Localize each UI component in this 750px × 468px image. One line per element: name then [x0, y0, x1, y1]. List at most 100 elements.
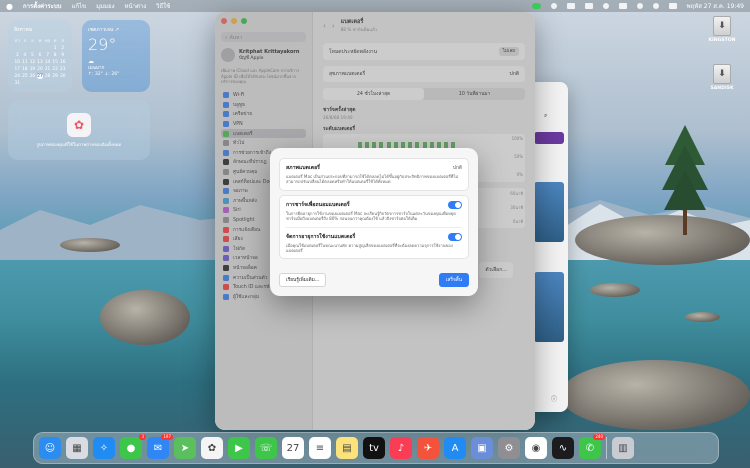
dock-app-line[interactable]: ✆ 240: [579, 434, 605, 459]
drive-label: SANDISK: [710, 86, 734, 91]
dock-app-safari[interactable]: ✧: [93, 437, 115, 459]
dock-app-chrome[interactable]: ◉: [525, 437, 547, 459]
dock-app-app-store[interactable]: A: [444, 437, 466, 459]
thumbnail[interactable]: [534, 182, 564, 242]
rock: [560, 360, 750, 430]
camera-indicator-icon[interactable]: [531, 3, 541, 9]
control-center-icon[interactable]: [668, 3, 677, 9]
calendar-day: 31: [14, 81, 21, 86]
display-icon[interactable]: [566, 3, 575, 9]
menu-app-name[interactable]: การตั้งค่าระบบ: [23, 1, 62, 11]
dock-app-apple-tv[interactable]: tv: [363, 437, 385, 459]
cloud-icon[interactable]: [584, 3, 593, 9]
options-card: การชาร์จเพื่อถนอมแบตเตอรี่ ในการยืดอายุก…: [279, 194, 469, 260]
divider: [286, 226, 462, 228]
dock-app-notes[interactable]: ▤: [336, 437, 358, 459]
wifi-icon[interactable]: [636, 3, 643, 9]
weather-condition: เมฆมาก: [88, 66, 105, 71]
search-icon[interactable]: ⌕: [544, 112, 547, 120]
external-drive-icon: ⬇: [713, 64, 731, 84]
status-icon[interactable]: [550, 3, 557, 9]
battery-icon[interactable]: [618, 3, 627, 9]
weather-widget[interactable]: เชตภาวเจน ↗ 29° ☁ เมฆมาก ↑: 32° ↓: 26°: [82, 20, 150, 92]
health-title: สภาพแบตเตอรี่: [286, 165, 320, 171]
calendar-day: [14, 46, 21, 51]
dock-app-messages[interactable]: ● 3: [120, 434, 146, 459]
dock-app-photos[interactable]: ✿: [201, 437, 223, 459]
calendar-day: 28: [44, 74, 51, 79]
dock-app-maps[interactable]: ➤: [174, 437, 196, 459]
calendar-day: 1: [53, 46, 57, 51]
app-icon: ✉: [153, 442, 163, 454]
info-icon[interactable]: ⓘ: [551, 394, 557, 403]
dock: ☺ ▦ ✧ ● 3 ✉ 197 ➤ ✿ ▶ ☏ 27 ≡ ▤ tv ♪ ✈ A ▣ ⚙ ◉ ∿ ✆ 240 ▥: [33, 432, 719, 464]
menu-view[interactable]: มุมมอง: [96, 1, 114, 11]
thumbnail[interactable]: [534, 272, 564, 342]
manage-title: จัดการอายุการใช้งานแบตเตอรี่: [286, 233, 356, 240]
calendar-day: 6: [38, 53, 42, 58]
menu-help[interactable]: วิธีใช้: [156, 1, 170, 11]
app-icon: ✈: [423, 442, 433, 454]
app-icon: ✆: [585, 442, 595, 454]
dock-app-music[interactable]: ♪: [390, 437, 412, 459]
background-window[interactable]: ⌕ ⓘ: [530, 82, 568, 412]
apple-icon[interactable]: ●: [6, 2, 13, 11]
dock-app-mail[interactable]: ✉ 197: [147, 434, 173, 459]
thumbnail[interactable]: [534, 132, 564, 144]
menu-edit[interactable]: แก้ไข: [71, 1, 86, 11]
calendar-weekday: พฤ: [44, 39, 51, 44]
drive-kingston[interactable]: ⬇ KINGSTON: [702, 16, 742, 43]
menu-bar: ● การตั้งค่าระบบ แก้ไข มุมมอง หน้าต่าง ว…: [0, 0, 750, 12]
calendar-day: 3: [15, 53, 19, 58]
calendar-day: 5: [31, 53, 34, 58]
drive-sandisk[interactable]: ⬇ SANDISK: [702, 64, 742, 91]
calendar-day: 16: [59, 60, 66, 65]
rock: [590, 283, 640, 297]
calendar-weekday: อ: [31, 39, 34, 44]
dock-app-system-settings[interactable]: ⚙: [498, 437, 520, 459]
optimize-title: การชาร์จเพื่อถนอมแบตเตอรี่: [286, 201, 350, 208]
app-icon: ☺: [44, 442, 56, 454]
optimize-text: ในการยืดอายุการใช้งานของแบตเตอรี่ Mac จะ…: [286, 210, 456, 222]
app-icon: ▶: [235, 442, 243, 454]
dock-app-activity-monitor[interactable]: ∿: [552, 437, 574, 459]
app-icon: ▦: [72, 442, 82, 454]
app-icon: ♪: [397, 442, 405, 454]
calendar-day: 12: [29, 60, 36, 65]
calendar-day: 11: [22, 60, 28, 65]
dock-app-launchpad[interactable]: ▦: [66, 437, 88, 459]
app-icon: 27: [286, 442, 300, 454]
calendar-day: 8: [53, 53, 57, 58]
calendar-day: 27: [36, 74, 44, 79]
app-icon: ✧: [99, 442, 109, 454]
menu-clock[interactable]: พฤหัส 27 ส.ค. 19:49: [687, 1, 744, 11]
health-value: ปกติ: [452, 166, 462, 171]
dock-app-phone[interactable]: ☏: [255, 437, 277, 459]
dock-app-reminders[interactable]: ≡: [309, 437, 331, 459]
calendar-day: 2: [61, 46, 65, 51]
photos-widget[interactable]: ✿ รูปภาพของคุณที่ใช้ในภาพถ่ายของฉันทั้งห…: [8, 100, 150, 160]
notification-badge: 197: [161, 434, 173, 440]
weather-temperature: 29°: [88, 35, 117, 54]
dock-app-preview[interactable]: ▣: [471, 437, 493, 459]
optimize-toggle[interactable]: [448, 200, 462, 209]
search-icon[interactable]: [652, 3, 659, 9]
calendar-widget[interactable]: สิงหาคม อาจอพพฤศส 1 2 3 4 5 6 7 8 9 10 11 12 13 14 15 16…: [8, 20, 72, 92]
play-icon[interactable]: [602, 3, 609, 9]
calendar-day: 25: [22, 74, 28, 79]
learn-more-button[interactable]: เรียนรู้เพิ่มเติม...: [279, 273, 327, 287]
app-icon: ▤: [342, 442, 352, 454]
dock-app-facetime[interactable]: ▶: [228, 437, 250, 459]
manage-toggle[interactable]: [448, 232, 462, 241]
battery-health-dialog: สภาพแบตเตอรี่ ปกติ แบตเตอรี่ Mac เป็นส่ว…: [270, 148, 478, 296]
done-button[interactable]: เสร็จสิ้น: [438, 273, 469, 287]
calendar-weekday: อา: [14, 39, 20, 44]
dock-app-calendar[interactable]: 27: [282, 437, 304, 459]
calendar-day: 19: [29, 67, 36, 72]
dock-app-trash[interactable]: ▥: [612, 437, 634, 459]
calendar-day: 30: [59, 74, 66, 79]
dock-app-rocket[interactable]: ✈: [417, 437, 439, 459]
health-text: แบตเตอรี่ Mac เป็นส่วนประกอบที่สามารถใช้…: [286, 174, 459, 185]
menu-window[interactable]: หน้าต่าง: [125, 1, 147, 11]
dock-app-finder[interactable]: ☺: [39, 437, 61, 459]
